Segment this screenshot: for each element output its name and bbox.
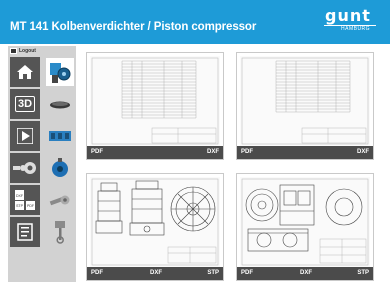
format-link-pdf[interactable]: PDF [91,149,103,155]
thumb-valve[interactable] [46,187,74,215]
valve-thumb-icon [49,195,70,206]
nav-formats-button[interactable]: DXF STP PDF [10,185,40,215]
format-bar: PDF DXF STP [237,267,373,280]
format-link-pdf[interactable]: PDF [241,149,253,155]
format-link-stp[interactable]: STP [357,270,369,276]
drawing-preview [240,177,370,267]
parts-icon [13,162,36,174]
drawing-card-2[interactable]: PDF DXF [236,52,374,160]
gasket-thumb-icon [50,101,70,109]
logout-button[interactable]: Logout [10,46,36,55]
format-bar: PDF DXF [87,146,223,159]
logo-sub: HAMBURG [341,26,371,32]
drawing-card-4[interactable]: PDF DXF STP [236,173,374,281]
play-icon [17,128,33,144]
format-label-dxf: DXF [16,194,23,198]
logout-icon [10,47,17,54]
format-link-dxf[interactable]: DXF [357,149,369,155]
piston-thumb-icon [55,221,65,244]
thumb-fan[interactable] [46,154,74,182]
home-icon [17,65,33,79]
page-title: MT 141 Kolbenverdichter / Piston compres… [10,21,257,33]
drawing-preview [90,56,220,146]
sidebar: Logout 3D DXF STP PDF [8,46,76,282]
document-icon [17,223,33,241]
format-link-dxf[interactable]: DXF [300,270,312,276]
thumb-compressor[interactable] [46,58,74,86]
thumb-cylinder[interactable] [46,122,74,150]
nav-video-button[interactable] [10,121,40,151]
drawing-preview [240,56,370,146]
app-header: MT 141 Kolbenverdichter / Piston compres… [0,0,390,44]
parts-list-preview [241,57,369,145]
format-link-stp[interactable]: STP [207,270,219,276]
format-label-pdf: PDF [27,204,34,208]
assembly-drawing-preview [241,178,369,266]
nav-home-button[interactable] [10,57,40,87]
format-link-dxf[interactable]: DXF [207,149,219,155]
format-bar: PDF DXF STP [87,267,223,280]
thumb-piston[interactable] [46,218,74,246]
compressor-thumb-icon [50,63,71,83]
format-link-pdf[interactable]: PDF [241,270,253,276]
assembly-drawing-preview [91,178,219,266]
thumb-gasket[interactable] [46,91,74,119]
format-label-stp: STP [16,204,23,208]
drawing-card-1[interactable]: PDF DXF [86,52,224,160]
nav-3d-button[interactable]: 3D [10,89,40,119]
parts-list-preview [91,57,219,145]
logout-label: Logout [19,47,36,54]
3d-icon: 3D [14,96,36,112]
nav-parts-button[interactable] [10,153,40,183]
gunt-logo: gunt HAMBURG [321,8,379,33]
logo-word: gunt [325,6,371,25]
fan-thumb-icon [52,158,68,177]
cylinder-thumb-icon [49,131,71,141]
drawing-preview [90,177,220,267]
file-formats-icon: DXF STP PDF [15,190,35,210]
format-link-dxf[interactable]: DXF [150,270,162,276]
drawing-card-3[interactable]: PDF DXF STP [86,173,224,281]
format-bar: PDF DXF [237,146,373,159]
format-link-pdf[interactable]: PDF [91,270,103,276]
nav-documents-button[interactable] [10,217,40,247]
